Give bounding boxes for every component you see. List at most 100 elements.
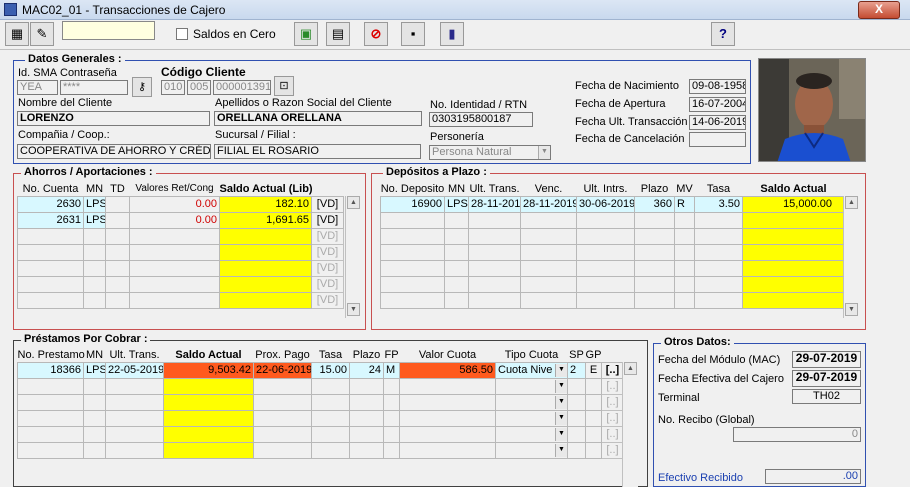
- chevron-down-icon[interactable]: ▼: [538, 146, 550, 159]
- cell-mn[interactable]: [83, 275, 106, 293]
- depositos-scrollbar[interactable]: ▲ ▼: [843, 196, 859, 318]
- prestamos-scrollbar[interactable]: ▲: [622, 362, 638, 487]
- cancel-icon[interactable]: ⊘: [364, 22, 388, 46]
- table-row[interactable]: ▼ [..]: [17, 393, 624, 411]
- table-row[interactable]: 18366 LPS 22-05-2019 9,503.42 22-06-2019 15.0…: [17, 361, 624, 379]
- vd-button[interactable]: [VD]: [311, 275, 344, 293]
- cell-mv[interactable]: R: [674, 195, 695, 213]
- cell-tasa[interactable]: 15.00: [311, 361, 350, 379]
- saldos-cero-checkbox[interactable]: [176, 28, 188, 40]
- cell-mn[interactable]: [83, 227, 106, 245]
- detail-button[interactable]: [..]: [601, 425, 624, 443]
- table-row[interactable]: [380, 259, 845, 277]
- scroll-up-icon[interactable]: ▲: [624, 362, 637, 375]
- cell-valores[interactable]: [129, 259, 220, 277]
- vd-button[interactable]: [VD]: [311, 211, 344, 229]
- table-row[interactable]: 2631 LPS 0.00 1,691.65 [VD]: [17, 211, 344, 229]
- personeria-select[interactable]: Persona Natural ▼: [429, 145, 551, 160]
- table-row[interactable]: ▼ [..]: [17, 409, 624, 427]
- table-row[interactable]: ▼ [..]: [17, 425, 624, 443]
- recibo-field[interactable]: 0: [733, 427, 861, 442]
- cell-td[interactable]: [105, 195, 130, 213]
- scroll-down-icon[interactable]: ▼: [347, 303, 360, 316]
- cell-no[interactable]: 18366: [17, 361, 84, 379]
- table-row[interactable]: [VD]: [17, 291, 344, 309]
- table-row[interactable]: [380, 227, 845, 245]
- cell-saldo[interactable]: 182.10: [219, 195, 312, 213]
- cell-mn[interactable]: LPS: [83, 361, 106, 379]
- cell-valores[interactable]: 0.00: [129, 211, 220, 229]
- cell-saldo[interactable]: [219, 259, 312, 277]
- codigo-part1-field[interactable]: 010: [161, 80, 185, 95]
- table-row[interactable]: [VD]: [17, 243, 344, 261]
- cell-mn[interactable]: [83, 259, 106, 277]
- cell-saldo[interactable]: 1,691.65: [219, 211, 312, 229]
- cell-venc[interactable]: 28-11-2019: [520, 195, 577, 213]
- table-row[interactable]: [VD]: [17, 259, 344, 277]
- cell-cuenta[interactable]: [17, 243, 84, 261]
- scroll-down-icon[interactable]: ▼: [845, 303, 858, 316]
- cell-mn[interactable]: LPS: [444, 195, 469, 213]
- cell-prox[interactable]: 22-06-2019: [253, 361, 312, 379]
- cell-cuota[interactable]: 586.50: [399, 361, 496, 379]
- calculator-icon[interactable]: ▦: [5, 22, 29, 46]
- scroll-up-icon[interactable]: ▲: [845, 196, 858, 209]
- table-row[interactable]: [380, 211, 845, 229]
- cell-td[interactable]: [105, 243, 130, 261]
- cell-cuenta[interactable]: [17, 291, 84, 309]
- cell-mn[interactable]: LPS: [83, 211, 106, 229]
- cell-td[interactable]: [105, 227, 130, 245]
- cell-cuenta[interactable]: [17, 259, 84, 277]
- codigo-part3-field[interactable]: 000001391: [213, 80, 271, 95]
- table-row[interactable]: [VD]: [17, 275, 344, 293]
- tipo-cuota-select[interactable]: ▼: [495, 409, 568, 427]
- cell-ult[interactable]: 28-11-2017: [468, 195, 521, 213]
- cell-no[interactable]: 16900: [380, 195, 445, 213]
- key-icon[interactable]: ⚷: [132, 77, 152, 97]
- chevron-down-icon[interactable]: ▼: [555, 411, 567, 425]
- cell-saldo[interactable]: [219, 275, 312, 293]
- cell-valores[interactable]: [129, 243, 220, 261]
- cell-mn[interactable]: [83, 291, 106, 309]
- cell-saldo[interactable]: [219, 291, 312, 309]
- monitor-icon[interactable]: ▣: [294, 22, 318, 46]
- document-icon[interactable]: ▤: [326, 22, 350, 46]
- table-row[interactable]: 16900LPS28-11-201728-11-201930-06-201936…: [380, 195, 845, 213]
- cell-saldo[interactable]: [219, 243, 312, 261]
- id-sma-field[interactable]: YEA: [17, 80, 58, 95]
- edit-document-icon[interactable]: ✎: [30, 22, 54, 46]
- chevron-down-icon[interactable]: ▼: [555, 427, 567, 441]
- cell-saldo[interactable]: 9,503.42: [163, 361, 254, 379]
- scroll-up-icon[interactable]: ▲: [347, 196, 360, 209]
- cell-cuenta[interactable]: [17, 275, 84, 293]
- close-button[interactable]: X: [858, 1, 900, 19]
- vd-button[interactable]: [VD]: [311, 227, 344, 245]
- cell-valores[interactable]: [129, 291, 220, 309]
- cell-td[interactable]: [105, 291, 130, 309]
- detail-button[interactable]: [..]: [601, 441, 624, 459]
- detail-button[interactable]: [..]: [601, 361, 624, 379]
- cell-saldo[interactable]: [219, 227, 312, 245]
- tipo-cuota-select[interactable]: Cuota Nive ▼: [495, 361, 568, 379]
- detail-button[interactable]: [..]: [601, 409, 624, 427]
- table-row[interactable]: [VD]: [17, 227, 344, 245]
- save-icon[interactable]: ▪: [401, 22, 425, 46]
- tipo-cuota-select[interactable]: ▼: [495, 425, 568, 443]
- cell-ult[interactable]: 22-05-2019: [105, 361, 164, 379]
- cell-plazo[interactable]: 360: [634, 195, 675, 213]
- table-row[interactable]: 2630 LPS 0.00 182.10 [VD]: [17, 195, 344, 213]
- tipo-cuota-select[interactable]: ▼: [495, 441, 568, 459]
- tipo-cuota-select[interactable]: ▼: [495, 393, 568, 411]
- tipo-cuota-select[interactable]: ▼: [495, 377, 568, 395]
- cell-sp[interactable]: 2: [567, 361, 586, 379]
- exit-door-icon[interactable]: ▮: [440, 22, 464, 46]
- detail-button[interactable]: [..]: [601, 393, 624, 411]
- chevron-down-icon[interactable]: ▼: [555, 379, 567, 393]
- cell-tasa[interactable]: 3.50: [694, 195, 743, 213]
- cell-mn[interactable]: LPS: [83, 195, 106, 213]
- efectivo-field[interactable]: .00: [765, 469, 861, 484]
- cell-cuenta[interactable]: [17, 227, 84, 245]
- cell-td[interactable]: [105, 259, 130, 277]
- contrasena-field[interactable]: ****: [60, 80, 128, 95]
- cell-valores[interactable]: 0.00: [129, 195, 220, 213]
